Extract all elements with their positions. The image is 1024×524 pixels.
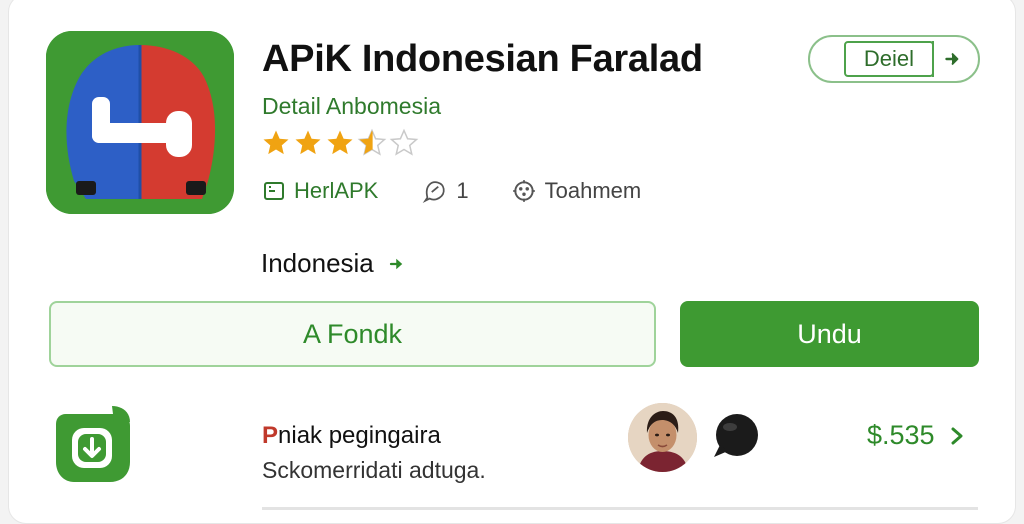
promo-title-text: niak pegingaira (278, 422, 441, 449)
avatar[interactable] (628, 403, 697, 472)
app-logo-icon (46, 31, 234, 214)
category-label: Toahmem (544, 178, 642, 203)
app-title: APiK Indonesian Faralad (262, 38, 703, 80)
star-icon (295, 130, 321, 155)
publisher-label: HerlAPK (294, 178, 379, 203)
detail-button[interactable]: Deiel (808, 35, 980, 83)
star-icon (263, 130, 289, 155)
star-half-icon (357, 128, 387, 156)
promo-title[interactable]: Pniak pegingaira (262, 422, 441, 450)
chevron-right-icon (932, 41, 970, 77)
developer-badge-icon (264, 182, 284, 200)
rating-stars (261, 128, 419, 158)
category-meta[interactable]: Toahmem (511, 178, 642, 204)
comment-count: 1 (456, 178, 469, 203)
primary-action-button[interactable]: Undu (680, 301, 979, 367)
price-label: $.535 (867, 420, 935, 450)
meta-row: HerlAPK 1 Toahmem (262, 176, 641, 206)
publisher-meta[interactable]: HerlAPK (262, 178, 378, 204)
price-link[interactable]: $.535 (867, 420, 965, 451)
section-label: Indonesia (261, 248, 374, 278)
divider (262, 507, 978, 510)
chevron-right-icon (951, 427, 963, 444)
category-icon (512, 180, 535, 202)
chat-bubble-icon[interactable] (712, 413, 760, 459)
app-subtitle[interactable]: Detail Anbomesia (262, 93, 441, 120)
download-icon (52, 404, 132, 484)
chevron-right-icon (389, 258, 403, 269)
comments-meta[interactable]: 1 (422, 178, 469, 204)
comment-icon (423, 181, 445, 203)
star-icon (327, 130, 353, 155)
detail-button-label: Deiel (844, 41, 934, 77)
star-empty-icon (389, 128, 419, 156)
section-link-indonesia[interactable]: Indonesia (261, 248, 406, 279)
promo-title-mark: P (262, 422, 279, 449)
secondary-action-button[interactable]: A Fondk (49, 301, 656, 367)
promo-description: Sckomerridati adtuga. (262, 457, 486, 483)
